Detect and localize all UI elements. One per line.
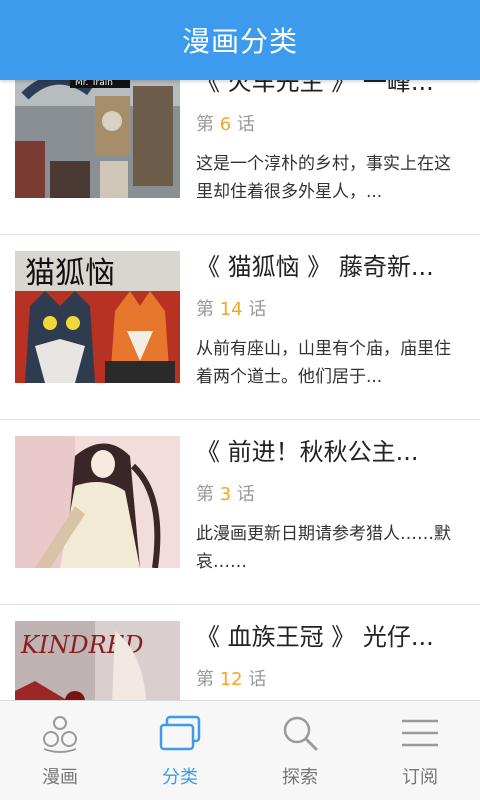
cover-title-text: Mr. Train bbox=[75, 80, 113, 88]
comic-title[interactable]: 《 火车先生 》 一峰... bbox=[196, 80, 456, 100]
tab-subscribe[interactable]: 订阅 bbox=[360, 701, 480, 800]
cover-illustration bbox=[15, 436, 180, 568]
chapter-suffix: 话 bbox=[248, 299, 267, 320]
tab-category[interactable]: 分类 bbox=[120, 701, 240, 800]
chapter-number: 12 bbox=[219, 669, 243, 690]
comic-icon bbox=[43, 716, 77, 753]
comic-cover[interactable]: KINDRED bbox=[15, 621, 180, 700]
comic-cover[interactable]: 猫狐恼 bbox=[15, 251, 180, 383]
category-icon bbox=[159, 715, 201, 751]
list-item[interactable]: 猫狐恼 《 猫狐恼 》 藤奇新... 第 14 话 从前有座山，山里有个庙，庙里… bbox=[0, 235, 480, 420]
page-title: 漫画分类 bbox=[181, 25, 298, 58]
tab-label: 订阅 bbox=[402, 767, 438, 788]
tab-label: 探索 bbox=[282, 767, 318, 788]
cover-illustration: 猫狐恼 bbox=[15, 251, 180, 383]
list-item[interactable]: 《 前进！秋秋公主... 第 3 话 此漫画更新日期请参考猎人……默哀…… bbox=[0, 420, 480, 605]
list-item[interactable]: Mr. Train 《 火车先生 》 一峰... 第 6 话 这是一个淳朴的乡村… bbox=[0, 80, 480, 235]
comic-description: 从前有座山，山里有个庙，庙里住着两个道士。他们居于... bbox=[196, 339, 451, 387]
chapter-suffix: 话 bbox=[236, 484, 255, 505]
app-header: 漫画分类 bbox=[0, 0, 480, 80]
comic-cover[interactable] bbox=[15, 436, 180, 568]
comic-title[interactable]: 《 猫狐恼 》 藤奇新... bbox=[196, 249, 456, 285]
chapter-prefix: 第 bbox=[196, 114, 214, 135]
chapter-count: 第 12 话 bbox=[196, 667, 466, 693]
chapter-count: 第 6 话 bbox=[196, 112, 466, 138]
chapter-prefix: 第 bbox=[196, 299, 214, 320]
comic-list[interactable]: Mr. Train 《 火车先生 》 一峰... 第 6 话 这是一个淳朴的乡村… bbox=[0, 80, 480, 700]
comic-description: 此漫画更新日期请参考猎人……默哀…… bbox=[196, 524, 451, 572]
comic-description: 这是一个淳朴的乡村，事实上在这里却住着很多外星人，... bbox=[196, 154, 451, 202]
comic-title[interactable]: 《 前进！秋秋公主... bbox=[196, 434, 456, 470]
comic-title[interactable]: 《 血族王冠 》 光仔... bbox=[196, 619, 456, 655]
tab-label: 漫画 bbox=[42, 767, 78, 788]
chapter-suffix: 话 bbox=[236, 114, 255, 135]
search-icon bbox=[283, 716, 318, 751]
chapter-number: 14 bbox=[219, 299, 243, 320]
chapter-prefix: 第 bbox=[196, 484, 214, 505]
chapter-count: 第 14 话 bbox=[196, 297, 466, 323]
menu-icon bbox=[402, 719, 438, 747]
comic-cover[interactable]: Mr. Train bbox=[15, 80, 180, 198]
chapter-suffix: 话 bbox=[248, 669, 267, 690]
tab-label: 分类 bbox=[162, 767, 198, 788]
chapter-prefix: 第 bbox=[196, 669, 214, 690]
chapter-count: 第 3 话 bbox=[196, 482, 466, 508]
chapter-number: 3 bbox=[219, 484, 232, 505]
tab-explore[interactable]: 探索 bbox=[240, 701, 360, 800]
cover-title-text: 猫狐恼 bbox=[25, 256, 115, 291]
tab-comic[interactable]: 漫画 bbox=[0, 701, 120, 800]
cover-illustration: Mr. Train bbox=[15, 80, 180, 198]
list-item[interactable]: KINDRED 《 血族王冠 》 光仔... 第 12 话 bbox=[0, 605, 480, 700]
bottom-tab-bar: 漫画 分类 探索 订阅 bbox=[0, 700, 480, 800]
chapter-number: 6 bbox=[219, 114, 232, 135]
cover-illustration: KINDRED bbox=[15, 621, 180, 700]
